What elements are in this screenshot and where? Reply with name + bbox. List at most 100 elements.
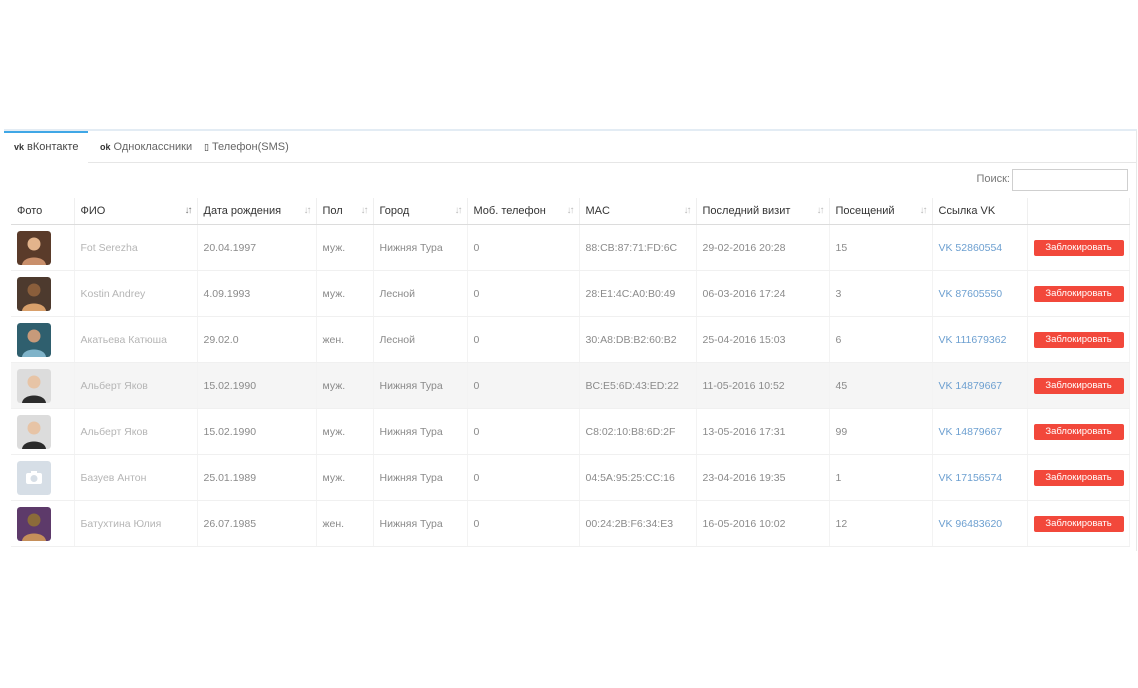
- phone: 0: [473, 379, 480, 392]
- last-visit: 11-05-2016 10:52: [702, 379, 785, 392]
- avatar: [17, 414, 68, 449]
- mac-address: 30:A8:DB:B2:60:B2: [585, 333, 677, 346]
- sex: муж.: [322, 379, 346, 392]
- block-button[interactable]: Заблокировать: [1033, 377, 1124, 394]
- birth-date: 15.02.1990: [203, 379, 257, 392]
- column-header-visits[interactable]: Посещений ↓↑: [829, 198, 933, 225]
- vk-link[interactable]: VK 52860554: [939, 242, 1003, 254]
- column-header-phone[interactable]: Моб. телефон ↓↑: [467, 198, 580, 225]
- user-name: Альберт Яков: [80, 425, 148, 438]
- block-button[interactable]: Заблокировать: [1033, 515, 1124, 532]
- phone: 0: [473, 425, 480, 438]
- table-header-row: Фото ФИО ↓↑ Дата рождения ↓↑ Пол ↓↑ Город ↓↑…: [11, 198, 1130, 225]
- city: Лесной: [379, 287, 415, 300]
- birth-date: 26.07.1985: [203, 517, 257, 530]
- city: Нижняя Тура: [379, 241, 443, 254]
- mac-address: 88:CB:87:71:FD:6C: [585, 241, 678, 254]
- ok-icon: ok: [100, 142, 111, 152]
- visit-count: 15: [835, 241, 848, 254]
- city: Нижняя Тура: [379, 517, 443, 530]
- mac-address: C8:02:10:B8:6D:2F: [585, 425, 676, 438]
- vk-icon: vk: [14, 142, 25, 152]
- tab-phone-sms[interactable]: ▯ Телефон(SMS): [194, 131, 299, 162]
- birth-date: 15.02.1990: [203, 425, 257, 438]
- user-name: Базуев Антон: [80, 471, 147, 484]
- camera-icon: [17, 460, 68, 495]
- tab-vkontakte[interactable]: vk вКонтакте: [4, 131, 89, 163]
- tab-bar: vk вКонтакте ok Одноклассники ▯ Телефон(SMS…: [4, 131, 1136, 163]
- column-header-birthdate[interactable]: Дата рождения ↓↑: [197, 198, 317, 225]
- sort-icon: ↓↑: [566, 205, 575, 216]
- search-label: Поиск:: [976, 173, 1010, 185]
- table-row: Альберт Яков 15.02.1990 муж. Нижняя Тура 0 BC…: [11, 362, 1130, 409]
- phone: 0: [473, 333, 480, 346]
- sex: жен.: [322, 333, 345, 346]
- table-row: Базуев Антон 25.01.1989 муж. Нижняя Тура 0 04…: [11, 454, 1130, 501]
- phone: 0: [473, 471, 480, 484]
- mac-address: 00:24:2B:F6:34:E3: [585, 517, 674, 530]
- column-header-name[interactable]: ФИО ↓↑: [74, 198, 198, 225]
- vk-link[interactable]: VK 111679362: [939, 334, 1007, 346]
- table-row: Альберт Яков 15.02.1990 муж. Нижняя Тура 0 C8…: [11, 408, 1130, 455]
- block-button[interactable]: Заблокировать: [1033, 423, 1124, 440]
- phone: 0: [473, 517, 480, 530]
- social-users-panel: vk вКонтакте ok Одноклассники ▯ Телефон(SMS…: [4, 129, 1137, 551]
- sex: муж.: [322, 241, 346, 254]
- block-button[interactable]: Заблокировать: [1033, 285, 1124, 302]
- phone: 0: [473, 287, 480, 300]
- last-visit: 06-03-2016 17:24: [702, 287, 786, 300]
- vk-link[interactable]: VK 96483620: [939, 518, 1003, 530]
- vk-link[interactable]: VK 14879667: [939, 426, 1003, 438]
- table-row: Kostin Andrey 4.09.1993 муж. Лесной 0 28:E1:4…: [11, 270, 1130, 317]
- visit-count: 3: [835, 287, 842, 300]
- sort-icon: ↓↑: [360, 205, 369, 216]
- birth-date: 20.04.1997: [203, 241, 257, 254]
- column-header-vk-link: Ссылка VK: [932, 198, 1028, 225]
- visit-count: 99: [835, 425, 848, 438]
- tab-phone-sms-label: Телефон(SMS): [211, 141, 289, 153]
- user-name: Альберт Яков: [80, 379, 148, 392]
- last-visit: 23-04-2016 19:35: [702, 471, 786, 484]
- visit-count: 45: [835, 379, 848, 392]
- user-name: Fot Serezha: [80, 241, 138, 254]
- column-header-last-visit[interactable]: Последний визит ↓↑: [696, 198, 830, 225]
- avatar: [17, 368, 68, 403]
- sort-icon: ↓↑: [816, 205, 825, 216]
- last-visit: 29-02-2016 20:28: [702, 241, 786, 254]
- sex: муж.: [322, 425, 346, 438]
- city: Лесной: [379, 333, 415, 346]
- users-table: Фото ФИО ↓↑ Дата рождения ↓↑ Пол ↓↑ Город ↓↑…: [11, 198, 1130, 547]
- table-row: Акатьева Катюша 29.02.0 жен. Лесной 0 30:A8:D…: [11, 316, 1130, 363]
- users-table-body: Fot Serezha 20.04.1997 муж. Нижняя Тура 0 88:…: [11, 224, 1130, 547]
- sort-icon: ↓↑: [919, 205, 928, 216]
- search-input[interactable]: [1012, 169, 1128, 191]
- vk-link[interactable]: VK 14879667: [939, 380, 1003, 392]
- sex: муж.: [322, 287, 346, 300]
- sort-icon: ↓↑: [454, 205, 463, 216]
- column-header-photo: Фото: [11, 198, 75, 225]
- tab-vkontakte-label: вКонтакте: [27, 141, 79, 153]
- city: Нижняя Тура: [379, 471, 443, 484]
- block-button[interactable]: Заблокировать: [1033, 469, 1124, 486]
- vk-link[interactable]: VK 17156574: [939, 472, 1003, 484]
- mac-address: BC:E5:6D:43:ED:22: [585, 379, 679, 392]
- block-button[interactable]: Заблокировать: [1033, 239, 1124, 256]
- city: Нижняя Тура: [379, 379, 443, 392]
- visit-count: 1: [835, 471, 842, 484]
- sort-icon: ↓↑: [184, 205, 193, 216]
- column-header-actions: [1027, 198, 1130, 225]
- column-header-sex[interactable]: Пол ↓↑: [316, 198, 374, 225]
- column-header-city[interactable]: Город ↓↑: [373, 198, 468, 225]
- block-button[interactable]: Заблокировать: [1033, 331, 1124, 348]
- tab-odnoklassniki[interactable]: ok Одноклассники: [90, 131, 202, 162]
- avatar: [17, 322, 68, 357]
- avatar: [17, 230, 68, 265]
- avatar: [17, 276, 68, 311]
- vk-link[interactable]: VK 87605550: [939, 288, 1003, 300]
- user-name: Kostin Andrey: [80, 287, 146, 300]
- column-header-mac[interactable]: MAC ↓↑: [579, 198, 697, 225]
- sort-icon: ↓↑: [683, 205, 692, 216]
- user-name: Акатьева Катюша: [80, 333, 167, 346]
- birth-date: 29.02.0: [203, 333, 239, 346]
- table-row: Батухтина Юлия 26.07.1985 жен. Нижняя Тура 0…: [11, 500, 1130, 547]
